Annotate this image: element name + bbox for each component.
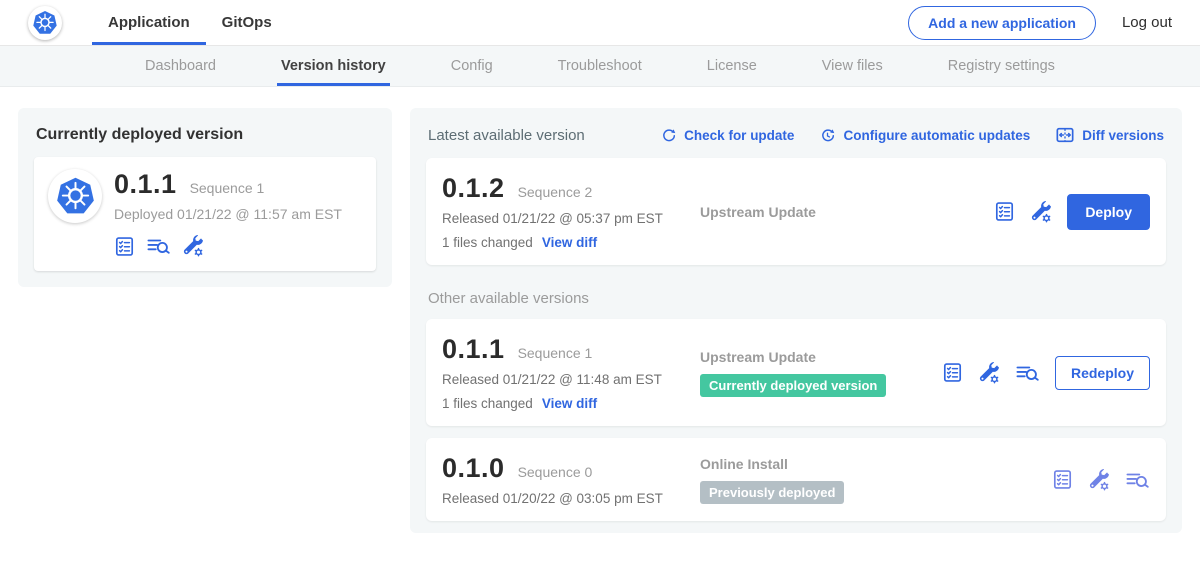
- version-number: 0.1.2: [442, 173, 505, 204]
- config-wrench-icon[interactable]: [1088, 469, 1110, 491]
- app-logo-icon: [48, 169, 102, 223]
- sequence-label: Sequence 0: [518, 464, 593, 480]
- tab-view-files[interactable]: View files: [818, 46, 887, 86]
- tab-troubleshoot[interactable]: Troubleshoot: [554, 46, 646, 86]
- currently-deployed-card: Currently deployed version 0.1.1 Sequenc…: [18, 108, 392, 287]
- header-tab-gitops[interactable]: GitOps: [206, 0, 288, 45]
- sequence-label: Sequence 2: [518, 184, 593, 200]
- view-diff-link[interactable]: View diff: [542, 235, 597, 250]
- view-diff-link[interactable]: View diff: [542, 396, 597, 411]
- diff-versions-icon: [1055, 125, 1075, 145]
- preflight-checklist-icon[interactable]: [994, 201, 1015, 222]
- logout-button[interactable]: Log out: [1122, 14, 1172, 31]
- configure-automatic-updates-link[interactable]: Configure automatic updates: [819, 127, 1030, 144]
- add-new-application-button[interactable]: Add a new application: [908, 6, 1096, 40]
- redeploy-button[interactable]: Redeploy: [1055, 356, 1150, 390]
- released-date: Released 01/21/22 @ 05:37 pm EST: [442, 211, 700, 226]
- config-wrench-icon[interactable]: [182, 235, 204, 257]
- check-for-update-link[interactable]: Check for update: [660, 127, 794, 144]
- files-changed-label: 1 files changed: [442, 235, 533, 250]
- preflight-checklist-icon[interactable]: [942, 362, 963, 383]
- version-number: 0.1.1: [442, 334, 505, 365]
- previously-deployed-badge: Previously deployed: [700, 481, 844, 504]
- configure-automatic-updates-label: Configure automatic updates: [843, 128, 1030, 143]
- deployed-version-number: 0.1.1: [114, 169, 177, 200]
- other-available-title: Other available versions: [428, 290, 1164, 307]
- tab-license[interactable]: License: [703, 46, 761, 86]
- version-source-label: Upstream Update: [700, 349, 930, 365]
- version-row-0-1-2: 0.1.2 Sequence 2 Released 01/21/22 @ 05:…: [426, 158, 1166, 265]
- app-subnav: Dashboard Version history Config Trouble…: [0, 46, 1200, 87]
- view-logs-icon[interactable]: [1015, 362, 1040, 384]
- deployed-date: Deployed 01/21/22 @ 11:57 am EST: [114, 206, 342, 222]
- tab-registry-settings[interactable]: Registry settings: [944, 46, 1059, 86]
- deployed-version-card: 0.1.1 Sequence 1 Deployed 01/21/22 @ 11:…: [34, 157, 376, 271]
- version-source-label: Online Install: [700, 456, 1040, 472]
- preflight-checklist-icon[interactable]: [114, 236, 135, 257]
- version-row-0-1-0: 0.1.0 Sequence 0 Released 01/20/22 @ 03:…: [426, 438, 1166, 521]
- auto-update-clock-icon: [819, 127, 836, 144]
- sequence-label: Sequence 1: [518, 345, 593, 361]
- view-logs-icon[interactable]: [146, 235, 171, 257]
- version-row-0-1-1: 0.1.1 Sequence 1 Released 01/21/22 @ 11:…: [426, 319, 1166, 426]
- kubernetes-logo-icon: [28, 6, 62, 40]
- deployed-sequence-label: Sequence 1: [190, 180, 265, 196]
- diff-versions-link[interactable]: Diff versions: [1055, 125, 1164, 145]
- version-history-panel: Latest available version Check for updat…: [410, 108, 1182, 533]
- diff-versions-label: Diff versions: [1082, 128, 1164, 143]
- currently-deployed-title: Currently deployed version: [36, 126, 374, 144]
- header-tab-application[interactable]: Application: [92, 0, 206, 45]
- preflight-checklist-icon[interactable]: [1052, 469, 1073, 490]
- released-date: Released 01/21/22 @ 11:48 am EST: [442, 372, 700, 387]
- latest-available-title: Latest available version: [428, 127, 585, 144]
- tab-config[interactable]: Config: [447, 46, 497, 86]
- refresh-icon: [660, 127, 677, 144]
- tab-dashboard[interactable]: Dashboard: [141, 46, 220, 86]
- config-wrench-icon[interactable]: [1030, 201, 1052, 223]
- version-source-label: Upstream Update: [700, 204, 982, 220]
- version-number: 0.1.0: [442, 453, 505, 484]
- config-wrench-icon[interactable]: [978, 362, 1000, 384]
- top-header: Application GitOps Add a new application…: [0, 0, 1200, 46]
- tab-version-history[interactable]: Version history: [277, 46, 390, 86]
- released-date: Released 01/20/22 @ 03:05 pm EST: [442, 491, 700, 506]
- currently-deployed-badge: Currently deployed version: [700, 374, 886, 397]
- deploy-button[interactable]: Deploy: [1067, 194, 1150, 230]
- main-content: Currently deployed version 0.1.1 Sequenc…: [0, 87, 1200, 554]
- files-changed-label: 1 files changed: [442, 396, 533, 411]
- check-for-update-label: Check for update: [684, 128, 794, 143]
- view-logs-icon[interactable]: [1125, 469, 1150, 491]
